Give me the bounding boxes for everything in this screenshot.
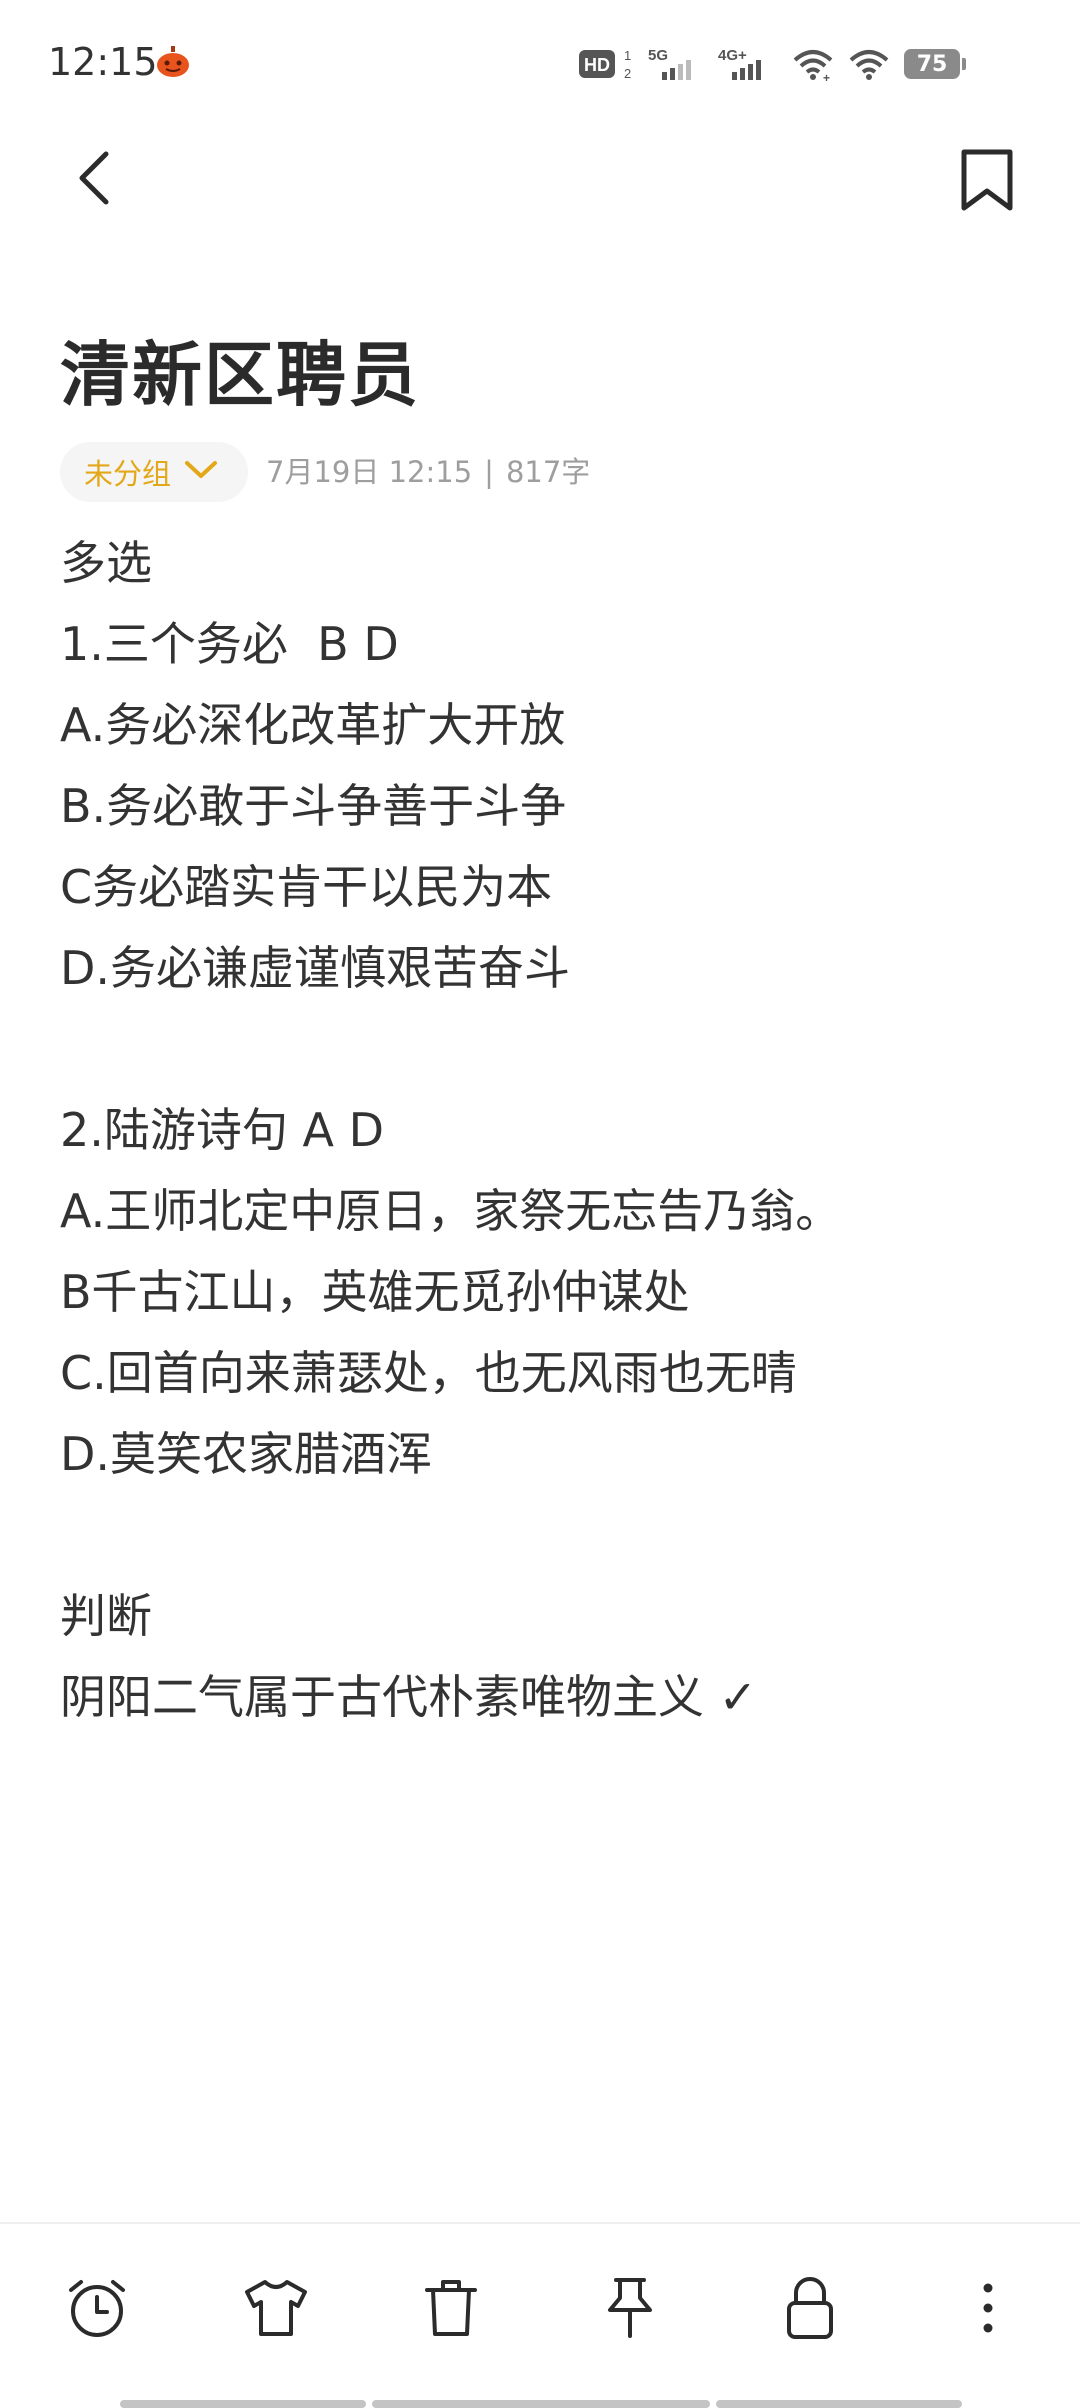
- pin-button[interactable]: [590, 2270, 670, 2350]
- gesture-bar-center: [372, 2400, 710, 2408]
- note-line: D.莫笑农家腊酒浑: [60, 1427, 433, 1481]
- lock-button[interactable]: [770, 2270, 850, 2350]
- note-line: B.务必敢于斗争善于斗争: [60, 779, 567, 833]
- status-time: 12:15: [48, 40, 158, 84]
- signal-5g-icon: 5G: [648, 46, 704, 82]
- hd-label: HD: [584, 55, 610, 75]
- note-title[interactable]: 清新区聘员: [60, 330, 420, 420]
- note-line: C务必踏实肯干以民为本: [60, 860, 553, 914]
- delete-button[interactable]: [411, 2270, 491, 2350]
- bookmark-button[interactable]: [950, 140, 1024, 224]
- bottom-toolbar: [0, 2222, 1080, 2374]
- note-line: [60, 1009, 1040, 1090]
- group-selector[interactable]: 未分组: [60, 442, 248, 502]
- gesture-bar-left: [120, 2400, 366, 2408]
- net-5g-label: 5G: [648, 47, 668, 64]
- more-vertical-icon: [980, 2280, 996, 2340]
- note-line: 阴阳二气属于古代朴素唯物主义 ✓: [60, 1670, 758, 1724]
- note-line: 1.三个务必 B D: [60, 617, 399, 671]
- wifi-plus-icon: +: [792, 46, 834, 82]
- note-date: 7月19日 12:15: [266, 455, 473, 489]
- back-button[interactable]: [64, 140, 124, 220]
- note-line: [60, 1495, 1040, 1576]
- svg-text:+: +: [823, 71, 830, 82]
- theme-button[interactable]: [236, 2270, 316, 2350]
- group-label: 未分组: [84, 457, 172, 491]
- note-line: A.务必深化改革扩大开放: [60, 698, 566, 752]
- svg-text:1: 1: [624, 48, 631, 63]
- more-button[interactable]: [948, 2270, 1028, 2350]
- bookmark-icon: [959, 147, 1015, 217]
- svg-text:2: 2: [624, 66, 631, 81]
- hd-icon: HD 1 2: [578, 46, 634, 82]
- meta-separator: |: [484, 455, 494, 489]
- trash-icon: [423, 2276, 479, 2344]
- reminder-button[interactable]: [57, 2270, 137, 2350]
- battery-icon: 75: [904, 49, 966, 79]
- tshirt-icon: [243, 2278, 309, 2342]
- alarm-clock-icon: [65, 2276, 129, 2344]
- app-notification-icon: [156, 46, 190, 78]
- pin-icon: [602, 2276, 658, 2344]
- note-line: 判断: [60, 1589, 152, 1643]
- battery-level: 75: [916, 51, 948, 77]
- note-line: 2.陆游诗句 A D: [60, 1103, 385, 1157]
- word-count: 817字: [505, 455, 591, 489]
- note-line: 多选: [60, 536, 152, 590]
- signal-4g-icon: 4G+: [718, 46, 778, 82]
- wifi-icon: [848, 46, 890, 82]
- note-line: A.王师北定中原日，家祭无忘告乃翁。: [60, 1184, 842, 1238]
- lock-icon: [784, 2275, 836, 2345]
- note-line: D.务必谦虚谨慎艰苦奋斗: [60, 941, 571, 995]
- note-line: C.回首向来萧瑟处，也无风雨也无晴: [60, 1346, 797, 1400]
- note-meta: 7月19日 12:15 | 817字: [266, 452, 590, 492]
- gesture-bar-right: [716, 2400, 962, 2408]
- net-4g-label: 4G+: [718, 47, 747, 64]
- chevron-left-icon: [74, 148, 114, 212]
- note-line: B千古江山，英雄无觅孙仲谋处: [60, 1265, 690, 1319]
- status-bar: 12:15 HD 1 2 5G 4G+ + 75: [0, 0, 1080, 130]
- note-body[interactable]: 多选 1.三个务必 B D A.务必深化改革扩大开放 B.务必敢于斗争善于斗争 …: [60, 523, 1040, 1738]
- chevron-down-icon: [183, 459, 219, 485]
